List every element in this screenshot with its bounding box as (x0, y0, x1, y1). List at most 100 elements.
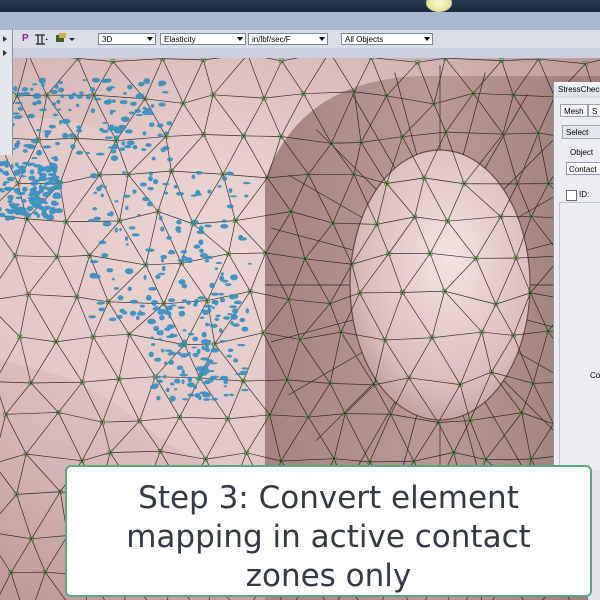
contact-speckle (199, 316, 205, 319)
contact-speckle (36, 149, 43, 156)
contact-speckle (158, 80, 167, 86)
window-top-bar (0, 0, 600, 12)
contact-speckle (181, 379, 185, 385)
id-checkbox[interactable] (566, 190, 577, 201)
window-knob-icon (426, 0, 452, 12)
tab-mesh[interactable]: Mesh (560, 104, 588, 117)
contact-speckle (202, 364, 209, 371)
contact-speckle (8, 215, 16, 221)
contact-speckle (106, 86, 112, 92)
contact-speckle (199, 248, 204, 254)
contact-speckle (187, 393, 195, 397)
contact-speckle (58, 119, 63, 125)
contact-speckle (118, 124, 127, 130)
id-label: ID: (579, 190, 590, 199)
contact-speckle (132, 189, 137, 194)
analysis-type-select[interactable]: Elasticity (160, 33, 246, 45)
contact-speckle (218, 328, 223, 333)
contact-speckle (26, 206, 34, 212)
contact-speckle (181, 255, 187, 259)
contact-speckle (55, 209, 63, 213)
contact-speckle (111, 277, 115, 281)
contact-speckle (13, 187, 20, 194)
contact-speckle (158, 272, 166, 276)
contact-speckle (51, 156, 55, 160)
contact-speckle (43, 182, 50, 186)
contact-speckle (23, 143, 32, 148)
contact-speckle (125, 243, 129, 246)
expand-arrow-icon[interactable] (3, 50, 7, 56)
contact-speckle (75, 103, 80, 108)
contact-speckle (104, 136, 114, 140)
contact-speckle (201, 331, 207, 338)
contact-speckle (101, 121, 109, 124)
contact-speckle (39, 108, 48, 112)
contact-speckle (13, 115, 23, 120)
contact-speckle (229, 294, 236, 300)
contact-speckle (121, 141, 126, 146)
contact-speckle (89, 272, 98, 279)
contact-speckle (176, 219, 182, 225)
contact-speckle (150, 343, 156, 346)
contact-speckle (48, 162, 54, 166)
contact-speckle (54, 83, 59, 89)
contact-speckle (30, 87, 34, 91)
contact-speckle (155, 274, 161, 280)
contact-speckle (17, 106, 24, 111)
contact-speckle (178, 310, 186, 317)
contact-speckle (68, 108, 72, 112)
contact-speckle (71, 93, 75, 99)
select-button[interactable]: Select (562, 125, 600, 139)
display-tool-icon[interactable] (54, 32, 78, 46)
contact-speckle (36, 128, 41, 132)
contact-speckle (0, 190, 5, 193)
units-select[interactable]: in/lbf/sec/F (248, 33, 328, 45)
contact-speckle (210, 347, 220, 353)
contact-speckle (239, 370, 248, 375)
expand-arrow-icon[interactable] (3, 36, 7, 42)
contact-speckle (203, 398, 211, 401)
contact-speckle (96, 301, 106, 305)
contact-speckle (169, 333, 178, 338)
contact-speckle (160, 329, 164, 336)
contact-speckle (207, 189, 212, 194)
contact-speckle (51, 102, 56, 107)
caption-line-3: zones only (245, 558, 412, 594)
contact-speckle (147, 201, 153, 207)
contact-speckle (76, 125, 82, 130)
left-collapse-strip[interactable] (0, 30, 13, 155)
tab-s[interactable]: S (588, 104, 600, 117)
contact-speckle (8, 202, 12, 207)
objects-filter-select[interactable]: All Objects (341, 33, 433, 45)
contact-speckle (163, 374, 167, 379)
contact-speckle (229, 393, 235, 397)
contact-speckle (210, 292, 219, 296)
contact-speckle (144, 107, 153, 112)
contact-speckle (181, 299, 188, 303)
mesh-tool-icon[interactable] (33, 32, 49, 46)
contact-speckle (214, 267, 219, 271)
contact-speckle (168, 249, 175, 253)
contact-speckle (15, 196, 22, 200)
contact-speckle (194, 392, 201, 399)
contact-speckle (195, 170, 203, 175)
contact-speckle (52, 113, 59, 117)
contact-speckle (160, 147, 165, 151)
contact-speckle (238, 234, 243, 240)
contact-speckle (12, 202, 16, 209)
contact-speckle (139, 182, 147, 187)
contact-speckle (56, 196, 63, 199)
contact-speckle (150, 104, 155, 108)
p-icon[interactable]: P (22, 32, 29, 46)
contact-speckle (178, 279, 186, 285)
object-select[interactable]: Contact (566, 162, 600, 175)
contact-speckle (209, 282, 216, 289)
contact-speckle (125, 205, 129, 211)
contact-speckle (93, 97, 102, 101)
contact-speckle (139, 304, 146, 308)
contact-speckle (122, 171, 126, 175)
dimension-select[interactable]: 3D (98, 33, 156, 45)
contact-speckle (61, 118, 71, 124)
contact-speckle (37, 171, 42, 175)
contact-speckle (127, 286, 132, 292)
